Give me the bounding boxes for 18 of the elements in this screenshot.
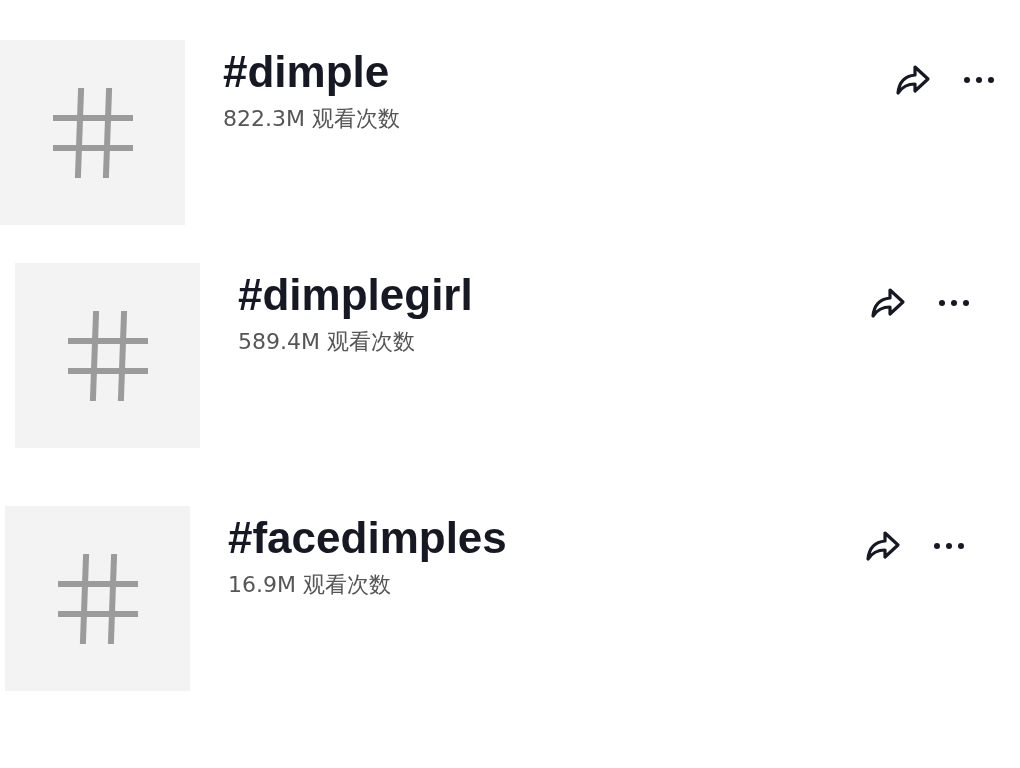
hashtag-title[interactable]: #dimple [223,46,895,98]
share-icon[interactable] [865,530,901,562]
hashtag-icon [52,87,133,178]
view-count: 822.3M 观看次数 [223,105,401,133]
more-icon[interactable] [963,76,995,84]
hashtag-thumbnail[interactable] [5,506,190,691]
share-icon[interactable] [895,64,931,96]
hashtag-icon [67,310,148,401]
more-icon[interactable] [938,299,970,307]
hashtag-icon [57,553,138,644]
hashtag-title[interactable]: #facedimples [228,512,865,564]
view-count: 589.4M 观看次数 [238,328,416,356]
view-count: 16.9M 观看次数 [228,571,392,599]
share-icon[interactable] [870,287,906,319]
more-icon[interactable] [933,542,965,550]
hashtag-thumbnail[interactable] [15,263,200,448]
hashtag-title[interactable]: #dimplegirl [238,269,870,321]
hashtag-thumbnail[interactable] [0,40,185,225]
